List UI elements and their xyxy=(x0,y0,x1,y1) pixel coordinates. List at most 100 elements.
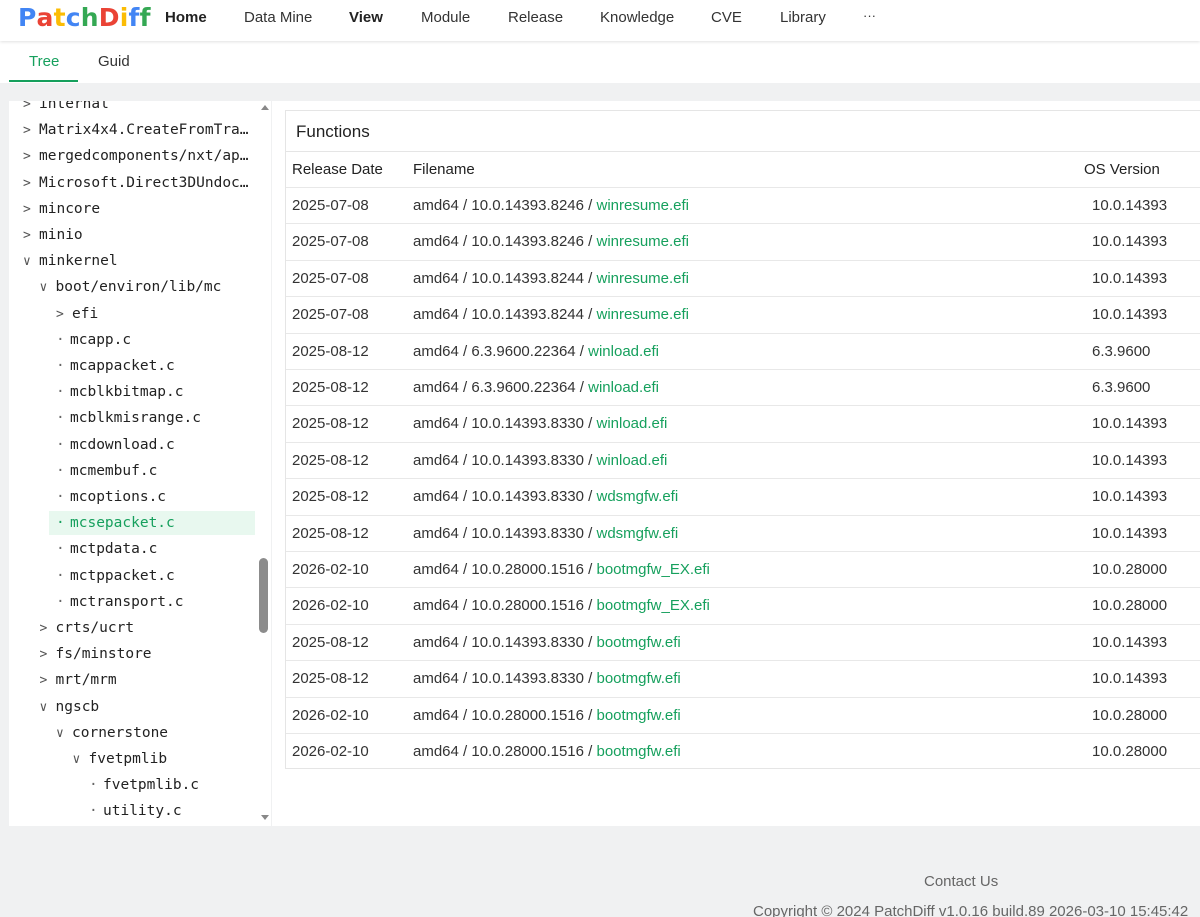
file-link[interactable]: winresume.efi xyxy=(596,306,689,323)
tree-folder[interactable]: ∨ ngscb xyxy=(40,695,100,719)
table-row[interactable]: 2026-02-10 amd64 / 10.0.28000.1516 / boot… xyxy=(286,551,1200,587)
table-row[interactable]: 2025-08-12 amd64 / 10.0.14393.8330 / winl… xyxy=(286,441,1200,478)
tree-folder[interactable]: ∨ boot/environ/lib/mc xyxy=(40,275,222,299)
tree-folder[interactable]: ∨ fvetpmlib xyxy=(73,747,168,771)
file-link[interactable]: winresume.efi xyxy=(596,270,689,287)
tree-file[interactable]: · mcapp.c xyxy=(56,328,131,352)
table-row[interactable]: 2025-08-12 amd64 / 10.0.14393.8330 / boot… xyxy=(286,660,1200,696)
file-link[interactable]: winresume.efi xyxy=(596,197,689,214)
file-link[interactable]: winload.efi xyxy=(588,379,659,396)
tree-node-label: mincore xyxy=(39,200,101,217)
nav-knowledge[interactable]: Knowledge xyxy=(600,9,674,27)
tree-file[interactable]: · mctransport.c xyxy=(56,590,184,614)
tree-file[interactable]: · mcoptions.c xyxy=(56,485,166,509)
file-link[interactable]: winresume.efi xyxy=(596,233,689,250)
file-bullet-icon: · xyxy=(56,567,65,584)
tree-folder[interactable]: > mincore xyxy=(23,197,100,221)
nav-more-ellipsis[interactable]: ··· xyxy=(863,7,876,25)
release-date-cell: 2025-08-12 xyxy=(292,488,369,506)
tree-file[interactable]: · mctpdata.c xyxy=(56,537,157,561)
tree-folder[interactable]: > internal xyxy=(23,101,109,116)
tree-node-label: fvetpmlib xyxy=(88,751,168,767)
tab-tree[interactable]: Tree xyxy=(29,53,59,71)
table-row[interactable]: 2025-08-12 amd64 / 10.0.14393.8330 / wdsm… xyxy=(286,478,1200,514)
file-link[interactable]: wdsmgfw.efi xyxy=(596,488,678,505)
tree-folder[interactable]: > minio xyxy=(23,223,83,247)
nav-module[interactable]: Module xyxy=(421,9,470,27)
file-link[interactable]: bootmgfw.efi xyxy=(596,634,680,651)
tree-folder[interactable]: > efi xyxy=(56,302,98,326)
tree-folder[interactable]: ∨ minkernel xyxy=(23,249,118,273)
table-row[interactable]: 2026-02-10 amd64 / 10.0.28000.1516 / boot… xyxy=(286,587,1200,623)
contact-us-link[interactable]: Contact Us xyxy=(924,873,998,891)
table-row[interactable]: 2026-02-10 amd64 / 10.0.28000.1516 / boot… xyxy=(286,696,1200,733)
column-header-release-date[interactable]: Release Date xyxy=(292,161,383,179)
table-row[interactable]: 2025-07-08 amd64 / 10.0.14393.8246 / winr… xyxy=(286,187,1200,223)
table-row[interactable]: 2025-08-12 amd64 / 6.3.9600.22364 / winlo… xyxy=(286,369,1200,405)
nav-cve[interactable]: CVE xyxy=(711,9,742,27)
tree-file[interactable]: · mcsepacket.c xyxy=(49,511,255,536)
nav-data-mine[interactable]: Data Mine xyxy=(244,9,312,27)
patchdiff-logo[interactable]: PatchDiff xyxy=(18,4,151,32)
logo-letter: D xyxy=(98,3,120,32)
file-link[interactable]: bootmgfw.efi xyxy=(596,707,680,724)
scroll-up-arrow-icon[interactable] xyxy=(261,105,269,110)
tree-file[interactable]: · mcblkbitmap.c xyxy=(56,380,184,404)
tree-folder[interactable]: > Microsoft.Direct3DUndoc… xyxy=(23,171,249,195)
table-row[interactable]: 2025-08-12 amd64 / 10.0.14393.8330 / wdsm… xyxy=(286,514,1200,551)
table-row[interactable]: 2026-02-10 amd64 / 10.0.28000.1516 / boot… xyxy=(286,733,1200,769)
tree-node-label: mctppacket.c xyxy=(70,567,175,584)
table-row[interactable]: 2025-08-12 amd64 / 10.0.14393.8330 / winl… xyxy=(286,405,1200,441)
table-row[interactable]: 2025-07-08 amd64 / 10.0.14393.8246 / winr… xyxy=(286,223,1200,259)
os-version-cell: 10.0.14393 xyxy=(1092,233,1168,251)
table-row[interactable]: 2025-07-08 amd64 / 10.0.14393.8244 / winr… xyxy=(286,296,1200,332)
tree-file[interactable]: · mctppacket.c xyxy=(56,564,175,588)
tree-folder[interactable]: > mrt/mrm xyxy=(40,668,117,692)
os-version-cell: 10.0.14393 xyxy=(1092,269,1168,287)
tree-folder[interactable]: > crts/ucrt xyxy=(40,616,135,640)
tree-folder[interactable]: ∨ cornerstone xyxy=(56,721,168,745)
tree-folder[interactable]: > fs/minstore xyxy=(40,642,152,666)
scroll-down-arrow-icon[interactable] xyxy=(261,815,269,820)
table-row[interactable]: 2025-08-12 amd64 / 10.0.14393.8330 / boot… xyxy=(286,623,1200,660)
tree-folder[interactable]: > mergedcomponents/nxt/ap… xyxy=(23,144,249,168)
tab-guid[interactable]: Guid xyxy=(98,53,130,71)
column-header-os-version[interactable]: OS Version xyxy=(1084,161,1160,179)
file-path: amd64 / 10.0.28000.1516 / xyxy=(413,597,597,615)
tree-file[interactable]: · mcappacket.c xyxy=(56,354,175,378)
file-link[interactable]: bootmgfw_EX.efi xyxy=(596,597,709,614)
tree-folder[interactable]: > Matrix4x4.CreateFromTra… xyxy=(23,118,249,142)
file-bullet-icon: · xyxy=(56,436,65,453)
table-row[interactable]: 2025-08-12 amd64 / 6.3.9600.22364 / winlo… xyxy=(286,332,1200,369)
tree-file[interactable]: · utility.c xyxy=(89,799,182,823)
release-date-cell: 2025-07-08 xyxy=(292,269,369,287)
filename-cell: amd64 / 10.0.14393.8246 / winresume.efi xyxy=(413,197,689,215)
os-version-cell: 6.3.9600 xyxy=(1092,342,1151,360)
file-link[interactable]: winload.efi xyxy=(588,343,659,360)
file-link[interactable]: bootmgfw.efi xyxy=(596,670,680,687)
tree-scrollbar[interactable] xyxy=(259,101,271,826)
tree-file[interactable]: · mcmembuf.c xyxy=(56,459,157,483)
scrollbar-thumb[interactable] xyxy=(259,558,268,633)
os-version-cell: 10.0.14393 xyxy=(1092,451,1168,469)
logo-letter: a xyxy=(36,3,54,32)
filename-cell: amd64 / 6.3.9600.22364 / winload.efi xyxy=(413,343,659,361)
source-tree-panel[interactable]: > internal > Matrix4x4.CreateFromTra… > merge… xyxy=(9,101,271,826)
file-link[interactable]: bootmgfw.efi xyxy=(596,743,680,760)
tree-file[interactable]: · mcblkmisrange.c xyxy=(56,406,201,430)
file-path: amd64 / 10.0.28000.1516 / xyxy=(413,743,597,760)
file-link[interactable]: bootmgfw_EX.efi xyxy=(596,561,709,578)
nav-home[interactable]: Home xyxy=(165,9,207,27)
tree-file[interactable]: · mcdownload.c xyxy=(56,433,175,457)
tree-file[interactable]: · fvetpmlib.c xyxy=(89,773,199,797)
tree-node-label: efi xyxy=(72,305,99,322)
file-link[interactable]: wdsmgfw.efi xyxy=(596,525,678,542)
nav-release[interactable]: Release xyxy=(508,9,563,27)
nav-library[interactable]: Library xyxy=(780,9,826,27)
file-bullet-icon: · xyxy=(56,489,65,505)
file-link[interactable]: winload.efi xyxy=(596,415,667,432)
table-row[interactable]: 2025-07-08 amd64 / 10.0.14393.8244 / winr… xyxy=(286,259,1200,296)
column-header-filename[interactable]: Filename xyxy=(413,161,475,179)
nav-view[interactable]: View xyxy=(349,9,383,27)
file-link[interactable]: winload.efi xyxy=(596,452,667,469)
